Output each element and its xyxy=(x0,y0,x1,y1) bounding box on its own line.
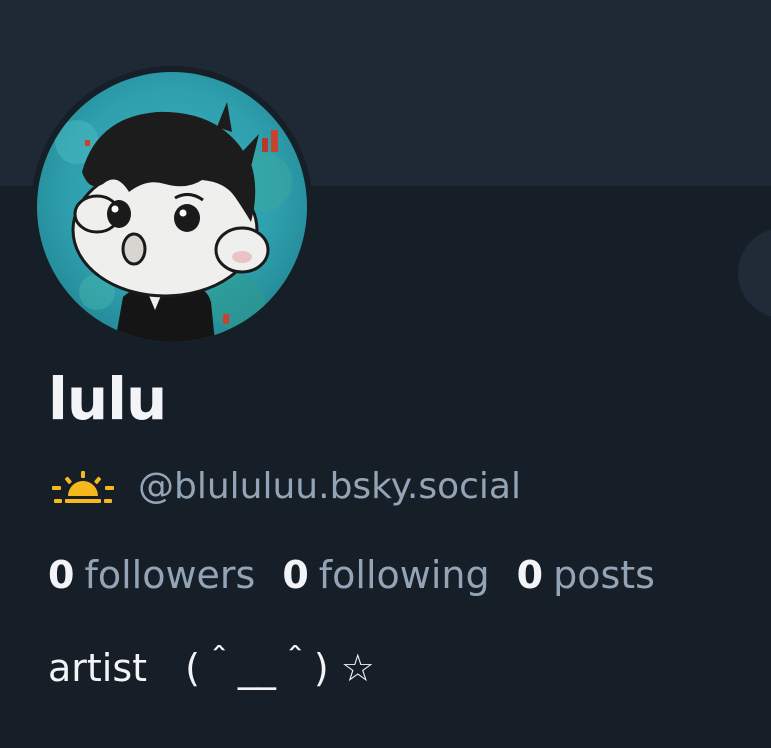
following-label: following xyxy=(318,553,490,597)
followers-label: followers xyxy=(84,553,256,597)
profile-bio: artist (＾__＾) ☆ xyxy=(48,646,375,690)
avatar[interactable] xyxy=(31,66,313,348)
profile-stats: 0 followers 0 following 0 posts xyxy=(48,550,682,600)
edge-action-button[interactable] xyxy=(738,228,771,318)
posts-label: posts xyxy=(553,553,655,597)
display-name: lulu xyxy=(48,365,167,433)
posts-stat: 0 posts xyxy=(517,550,655,600)
handle[interactable]: @blululuu.bsky.social xyxy=(138,462,521,512)
following-stat[interactable]: 0 following xyxy=(282,550,489,600)
sunrise-icon xyxy=(50,469,116,505)
following-count: 0 xyxy=(282,553,309,597)
profile-page: lulu @blululuu.bsky.social 0 followers 0… xyxy=(0,0,771,748)
handle-row: @blululuu.bsky.social xyxy=(50,462,521,512)
avatar-image xyxy=(37,72,307,342)
followers-stat[interactable]: 0 followers xyxy=(48,550,255,600)
followers-count: 0 xyxy=(48,553,75,597)
posts-count: 0 xyxy=(516,553,544,597)
